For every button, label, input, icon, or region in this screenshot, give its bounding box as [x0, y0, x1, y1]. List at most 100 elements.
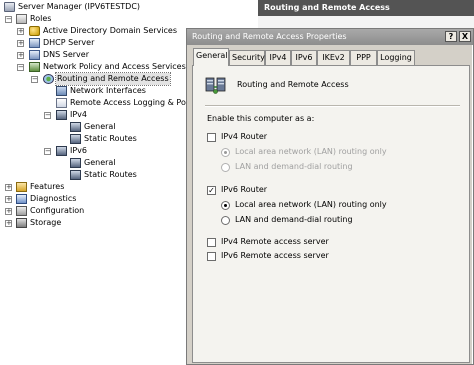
ipv4-remote-access-label: IPv4 Remote access server	[221, 237, 329, 246]
expand-icon[interactable]: +	[5, 184, 12, 191]
general-icon	[70, 158, 81, 168]
general-icon	[70, 122, 81, 132]
ipv4-lan-routing-label: Local area network (LAN) routing only	[235, 147, 387, 156]
rras-icon	[43, 74, 54, 84]
ipv4-router-label: IPv4 Router	[221, 132, 268, 141]
tree-item-configuration[interactable]: + Configuration	[0, 205, 190, 217]
general-tab-page: Routing and Remote Access Enable this co…	[192, 65, 470, 363]
tree-item-label: Static Routes	[84, 134, 137, 143]
separator	[205, 105, 460, 107]
dialog-title: Routing and Remote Access Properties	[192, 32, 347, 41]
ipv6-lan-demand-dial-label: LAN and demand-dial routing	[235, 215, 353, 224]
storage-icon	[16, 218, 27, 228]
ipv6-icon	[56, 146, 67, 156]
properties-dialog: Routing and Remote Access Properties ? X…	[186, 28, 474, 365]
expand-icon[interactable]: +	[17, 52, 24, 59]
ipv4-lan-demand-dial-label: LAN and demand-dial routing	[235, 162, 353, 171]
tree-item-label: Routing and Remote Access	[55, 72, 171, 86]
tree-item-ipv4-general[interactable]: General	[0, 121, 190, 133]
tree-item-server-manager[interactable]: Server Manager (IPV6TESTDC)	[0, 1, 190, 13]
ipv6-remote-access-checkbox[interactable]	[207, 252, 216, 261]
tree-item-dns[interactable]: + DNS Server	[0, 49, 190, 61]
tab-security[interactable]: Security	[229, 50, 265, 65]
page-header-label: Routing and Remote Access	[237, 80, 349, 89]
dialog-titlebar[interactable]: Routing and Remote Access Properties ? X	[187, 29, 473, 45]
tree-item-label: Network Policy and Access Services	[43, 62, 186, 71]
tree-item-roles[interactable]: − Roles	[0, 13, 190, 25]
tree-item-label: DHCP Server	[43, 38, 95, 47]
network-interfaces-icon	[56, 86, 67, 96]
ipv6-remote-access-label: IPv6 Remote access server	[221, 251, 329, 260]
tree-item-label: Features	[30, 182, 65, 191]
tree-item-ipv4-static-routes[interactable]: Static Routes	[0, 133, 190, 145]
server-manager-icon	[4, 2, 15, 12]
tab-ikev2[interactable]: IKEv2	[317, 50, 350, 65]
ipv6-lan-demand-dial-radio[interactable]	[221, 216, 230, 225]
tree-item-label: IPv4	[70, 110, 88, 119]
ipv4-remote-access-checkbox[interactable]	[207, 238, 216, 247]
tree-item-label: Configuration	[30, 206, 85, 215]
diagnostics-icon	[16, 194, 27, 204]
expand-icon[interactable]: +	[5, 196, 12, 203]
tree-item-npas[interactable]: − Network Policy and Access Services	[0, 61, 190, 73]
dhcp-icon	[29, 38, 40, 48]
radio-selected-dot	[224, 204, 227, 207]
tab-logging[interactable]: Logging	[377, 50, 415, 65]
tree-item-ipv4[interactable]: − IPv4	[0, 109, 190, 121]
expand-icon[interactable]: +	[5, 220, 12, 227]
tree-item-dhcp[interactable]: + DHCP Server	[0, 37, 190, 49]
ipv6-lan-routing-label: Local area network (LAN) routing only	[235, 200, 387, 209]
close-button[interactable]: X	[459, 31, 471, 42]
tree-item-ipv6-general[interactable]: General	[0, 157, 190, 169]
tree-item-rras[interactable]: − Routing and Remote Access	[0, 72, 190, 86]
tree-item-label: Active Directory Domain Services	[43, 26, 178, 35]
enable-label: Enable this computer as a:	[207, 114, 315, 123]
tab-ipv4[interactable]: IPv4	[265, 50, 291, 65]
collapse-icon[interactable]: −	[44, 112, 51, 119]
tree-item-network-interfaces[interactable]: Network Interfaces	[0, 85, 190, 97]
tree-item-diagnostics[interactable]: + Diagnostics	[0, 193, 190, 205]
tree-item-label: General	[84, 158, 116, 167]
help-button[interactable]: ?	[445, 31, 457, 42]
tab-ppp[interactable]: PPP	[350, 50, 377, 65]
tab-ipv6[interactable]: IPv6	[291, 50, 317, 65]
expand-icon[interactable]: +	[17, 40, 24, 47]
tab-general[interactable]: General	[193, 48, 229, 66]
configuration-icon	[16, 206, 27, 216]
tree-item-label: IPv6	[70, 146, 88, 155]
ipv4-router-checkbox[interactable]	[207, 133, 216, 142]
tree-item-storage[interactable]: + Storage	[0, 217, 190, 229]
static-routes-icon	[70, 134, 81, 144]
collapse-icon[interactable]: −	[44, 148, 51, 155]
roles-icon	[16, 14, 27, 24]
expand-icon[interactable]: +	[5, 208, 12, 215]
ipv6-router-checkbox[interactable]: ✓	[207, 186, 216, 195]
rras-server-icon	[205, 77, 226, 94]
tree-item-label: DNS Server	[43, 50, 89, 59]
collapse-icon[interactable]: −	[5, 16, 12, 23]
ipv4-lan-demand-dial-radio[interactable]	[221, 163, 230, 172]
npas-icon	[29, 62, 40, 72]
details-pane-header: Routing and Remote Access	[258, 0, 474, 16]
tree-item-features[interactable]: + Features	[0, 181, 190, 193]
tree-item-label: Roles	[30, 14, 52, 23]
tree-item-label: Server Manager (IPV6TESTDC)	[18, 2, 141, 11]
expand-icon[interactable]: +	[17, 28, 24, 35]
static-routes-icon	[70, 170, 81, 180]
ipv6-lan-routing-radio[interactable]	[221, 201, 230, 210]
tree-item-label: Diagnostics	[30, 194, 77, 203]
ipv4-lan-routing-radio[interactable]	[221, 148, 230, 157]
tree-item-ipv6[interactable]: − IPv6	[0, 145, 190, 157]
ad-ds-icon	[29, 26, 40, 36]
tree-item-logging-policies[interactable]: Remote Access Logging & Policies	[0, 97, 206, 109]
tree-item-label: Static Routes	[84, 170, 137, 179]
collapse-icon[interactable]: −	[31, 76, 38, 83]
tree-item-label: Storage	[30, 218, 62, 227]
features-icon	[16, 182, 27, 192]
tree-item-ad-ds[interactable]: + Active Directory Domain Services	[0, 25, 190, 37]
tree-item-label: Network Interfaces	[70, 86, 146, 95]
radio-selected-dot	[224, 151, 227, 154]
ipv6-router-label: IPv6 Router	[221, 185, 268, 194]
collapse-icon[interactable]: −	[17, 64, 24, 71]
tree-item-ipv6-static-routes[interactable]: Static Routes	[0, 169, 190, 181]
